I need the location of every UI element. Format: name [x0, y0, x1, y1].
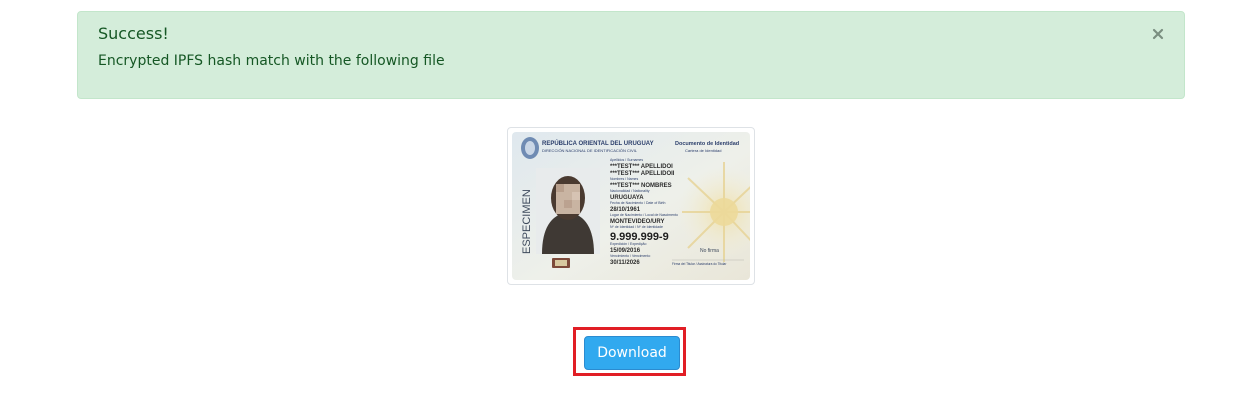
card-header-left-sub: DIRECCIÓN NACIONAL DE IDENTIFICACIÓN CIV…: [542, 148, 638, 153]
svg-text:Apellidos / Surnames: Apellidos / Surnames: [610, 158, 643, 162]
svg-text:Fecha de Nacimiento / Date of: Fecha de Nacimiento / Date of Birth: [610, 201, 665, 205]
id-card-image: REPÚBLICA ORIENTAL DEL URUGUAY DIRECCIÓN…: [512, 132, 750, 280]
svg-text:No firma: No firma: [700, 248, 719, 254]
svg-text:Vencimiento / Vencimento: Vencimiento / Vencimento: [610, 254, 650, 258]
alert-message: Encrypted IPFS hash match with the follo…: [98, 53, 445, 69]
svg-text:30/11/2026: 30/11/2026: [610, 260, 640, 266]
specimen-text: ESPECIMEN: [521, 189, 533, 254]
svg-text:Firma del Titular / Assinatura: Firma del Titular / Assinatura do Titula…: [672, 262, 727, 266]
svg-text:Nº de Identidad / Nº de Identi: Nº de Identidad / Nº de Identidade: [610, 225, 663, 229]
svg-text:***TEST*** APELLIDOI: ***TEST*** APELLIDOI: [610, 164, 673, 170]
download-button[interactable]: Download: [584, 336, 680, 370]
svg-text:Nacionalidad / Nationality: Nacionalidad / Nationality: [610, 189, 650, 193]
card-header-right: Documento de Identidad: [675, 141, 739, 147]
close-icon[interactable]: [1150, 26, 1166, 42]
id-card-thumbnail: REPÚBLICA ORIENTAL DEL URUGUAY DIRECCIÓN…: [507, 127, 755, 285]
success-alert: Success! Encrypted IPFS hash match with …: [77, 11, 1185, 99]
card-header-right-sub: Cartera de Identidad: [685, 148, 721, 153]
card-header-left: REPÚBLICA ORIENTAL DEL URUGUAY: [542, 140, 654, 147]
svg-text:Nombres / Names: Nombres / Names: [610, 177, 638, 181]
alert-title: Success!: [98, 24, 169, 43]
svg-text:Lugar de Nacimiento / Local de: Lugar de Nacimiento / Local de Nasciment…: [610, 213, 678, 217]
svg-text:Expedición / Expedição: Expedición / Expedição: [610, 242, 646, 246]
